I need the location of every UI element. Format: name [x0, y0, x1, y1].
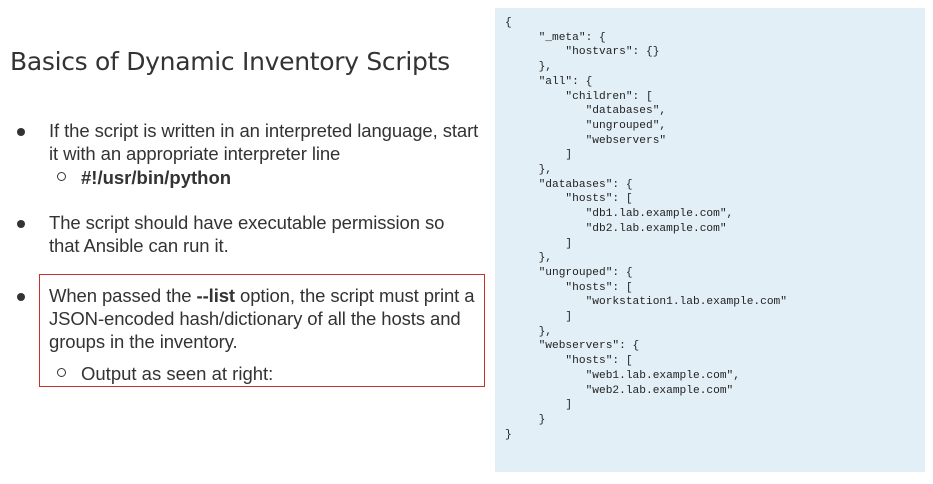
sub-bullet-interpreter-line: #!/usr/bin/python	[57, 166, 231, 189]
json-output-panel: { "_meta": { "hostvars": {} }, "all": { …	[495, 8, 925, 472]
bullet-dot	[17, 128, 25, 136]
bullet-dot	[17, 293, 25, 301]
highlight-box	[39, 274, 485, 387]
bullet-text: The script should have executable permis…	[49, 212, 445, 256]
bullet-text: If the script is written in an interpret…	[49, 120, 479, 164]
slide-title: Basics of Dynamic Inventory Scripts	[10, 47, 450, 76]
sub-bullet-ring	[57, 172, 66, 181]
sub-bullet-text: #!/usr/bin/python	[81, 167, 232, 188]
json-code-block: { "_meta": { "hostvars": {} }, "all": { …	[505, 17, 787, 441]
bullet-dot	[17, 220, 25, 228]
